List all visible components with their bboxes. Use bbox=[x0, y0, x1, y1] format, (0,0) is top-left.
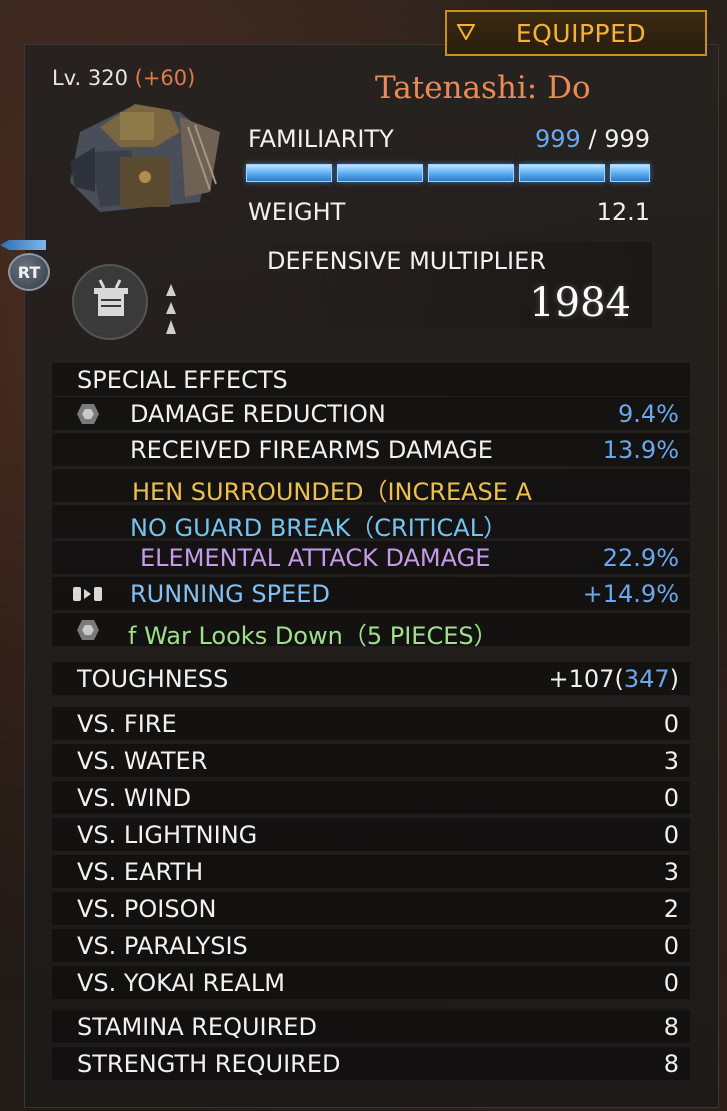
familiarity-bar-segment bbox=[337, 164, 424, 182]
special-effect-row: DAMAGE REDUCTION 9.4% bbox=[52, 397, 690, 430]
special-effect-row: f War Looks Down（5 PIECES） bbox=[52, 613, 690, 650]
special-effect-label: NO GUARD BREAK（CRITICAL） bbox=[130, 514, 508, 542]
weight-class-icon bbox=[166, 284, 176, 334]
resistance-label: VS. WIND bbox=[77, 784, 192, 812]
hexagon-icon bbox=[77, 404, 99, 424]
resistance-label: VS. FIRE bbox=[77, 710, 177, 738]
armor-set-icon bbox=[72, 264, 148, 340]
resistance-value: 3 bbox=[663, 858, 679, 886]
special-effects-header: SPECIAL EFFECTS bbox=[52, 362, 690, 396]
resistance-value: 3 bbox=[663, 747, 679, 775]
special-effect-row: ELEMENTAL ATTACK DAMAGE 22.9% bbox=[52, 541, 690, 574]
special-effect-label: DAMAGE REDUCTION bbox=[130, 400, 386, 428]
toughness-section: TOUGHNESS +107(347) bbox=[52, 661, 690, 698]
weight-value: 12.1 bbox=[596, 198, 650, 226]
level-text: Lv. 320 bbox=[52, 66, 128, 90]
toughness-close: ) bbox=[669, 665, 679, 693]
defensive-multiplier-value: 1984 bbox=[529, 280, 631, 326]
item-name: Tatenashi: Do bbox=[375, 70, 591, 106]
requirement-row: STRENGTH REQUIRED 8 bbox=[52, 1046, 690, 1080]
familiarity-bar-segment bbox=[428, 164, 515, 182]
resistance-value: 0 bbox=[663, 969, 679, 997]
rt-tab-indicator bbox=[0, 240, 46, 250]
toughness-label: TOUGHNESS bbox=[77, 665, 229, 693]
familiarity-separator: / bbox=[588, 125, 597, 153]
requirements-section: STAMINA REQUIRED 8 STRENGTH REQUIRED 8 bbox=[52, 1009, 690, 1083]
toughness-base: +107( bbox=[548, 665, 624, 693]
level-bonus: (+60) bbox=[134, 66, 196, 90]
special-effect-label: HEN SURROUNDED（INCREASE A bbox=[132, 478, 532, 506]
special-effect-value: +14.9% bbox=[582, 580, 679, 608]
resistance-label: VS. PARALYSIS bbox=[77, 932, 248, 960]
armor-silhouette-icon bbox=[94, 279, 128, 316]
requirement-label: STAMINA REQUIRED bbox=[77, 1013, 317, 1041]
resistance-row: VS. WATER 3 bbox=[52, 743, 690, 777]
familiarity-bar-segment bbox=[610, 164, 650, 182]
toughness-total: 347 bbox=[623, 665, 670, 693]
resistance-value: 2 bbox=[663, 895, 679, 923]
resistance-row: VS. FIRE 0 bbox=[52, 706, 690, 740]
special-effects-list: DAMAGE REDUCTION 9.4% RECEIVED FIREARMS DA… bbox=[52, 397, 690, 650]
triangle-down-icon bbox=[457, 24, 475, 40]
resistance-row: VS. EARTH 3 bbox=[52, 854, 690, 888]
special-effect-value: 22.9% bbox=[602, 544, 679, 572]
familiarity-current: 999 bbox=[535, 125, 581, 153]
familiarity-bar-segment bbox=[246, 164, 333, 182]
requirement-value: 8 bbox=[663, 1013, 679, 1041]
resistance-row: VS. YOKAI REALM 0 bbox=[52, 965, 690, 999]
requirement-value: 8 bbox=[663, 1050, 679, 1078]
item-level: Lv. 320 (+60) bbox=[52, 66, 195, 90]
resistance-label: VS. EARTH bbox=[77, 858, 204, 886]
resistance-value: 0 bbox=[663, 821, 679, 849]
special-effect-label: ELEMENTAL ATTACK DAMAGE bbox=[140, 544, 491, 572]
familiarity-label: FAMILIARITY bbox=[248, 125, 394, 153]
resistance-row: VS. POISON 2 bbox=[52, 891, 690, 925]
resistance-row: VS. PARALYSIS 0 bbox=[52, 928, 690, 962]
familiarity-bar-segment bbox=[519, 164, 606, 182]
rt-button[interactable]: RT bbox=[8, 253, 50, 291]
familiarity-max: 999 bbox=[604, 125, 650, 153]
resistance-value: 0 bbox=[663, 710, 679, 738]
armor-icon bbox=[70, 104, 220, 212]
toughness-value: +107(347) bbox=[549, 665, 679, 693]
familiarity-value: 999 / 999 bbox=[535, 125, 650, 153]
special-effect-row: RUNNING SPEED +14.9% bbox=[52, 577, 690, 610]
requirement-row: STAMINA REQUIRED 8 bbox=[52, 1009, 690, 1043]
equipped-badge[interactable]: EQUIPPED bbox=[445, 10, 707, 56]
special-effect-label: RECEIVED FIREARMS DAMAGE bbox=[130, 436, 493, 464]
hexagon-icon bbox=[77, 620, 99, 640]
resistance-label: VS. POISON bbox=[77, 895, 217, 923]
resistance-label: VS. LIGHTNING bbox=[77, 821, 258, 849]
resistance-label: VS. YOKAI REALM bbox=[77, 969, 285, 997]
special-effects-title: SPECIAL EFFECTS bbox=[77, 366, 288, 394]
resistance-value: 0 bbox=[663, 784, 679, 812]
toughness-row: TOUGHNESS +107(347) bbox=[52, 661, 690, 695]
familiarity-bar bbox=[246, 164, 650, 182]
resistance-row: VS. LIGHTNING 0 bbox=[52, 817, 690, 851]
weight-label: WEIGHT bbox=[248, 198, 346, 226]
special-effects-section: SPECIAL EFFECTS bbox=[52, 362, 690, 399]
equipped-label: EQUIPPED bbox=[515, 18, 647, 48]
resistances-section: VS. FIRE 0 VS. WATER 3 VS. WIND 0 VS. LIGHTNIN… bbox=[52, 706, 690, 1002]
special-effect-row: RECEIVED FIREARMS DAMAGE 13.9% bbox=[52, 433, 690, 466]
resistance-label: VS. WATER bbox=[77, 747, 208, 775]
resistance-value: 0 bbox=[663, 932, 679, 960]
special-effect-row: NO GUARD BREAK（CRITICAL） bbox=[52, 505, 690, 542]
special-effect-label: f War Looks Down（5 PIECES） bbox=[128, 622, 498, 650]
special-effect-value: 13.9% bbox=[602, 436, 679, 464]
requirement-label: STRENGTH REQUIRED bbox=[77, 1050, 341, 1078]
special-effect-row: HEN SURROUNDED（INCREASE A bbox=[52, 469, 690, 506]
running-speed-icon bbox=[73, 587, 102, 601]
special-effect-label: RUNNING SPEED bbox=[130, 580, 330, 608]
special-effect-value: 9.4% bbox=[618, 400, 679, 428]
defensive-multiplier-label: DEFENSIVE MULTIPLIER bbox=[267, 247, 546, 275]
resistance-row: VS. WIND 0 bbox=[52, 780, 690, 814]
